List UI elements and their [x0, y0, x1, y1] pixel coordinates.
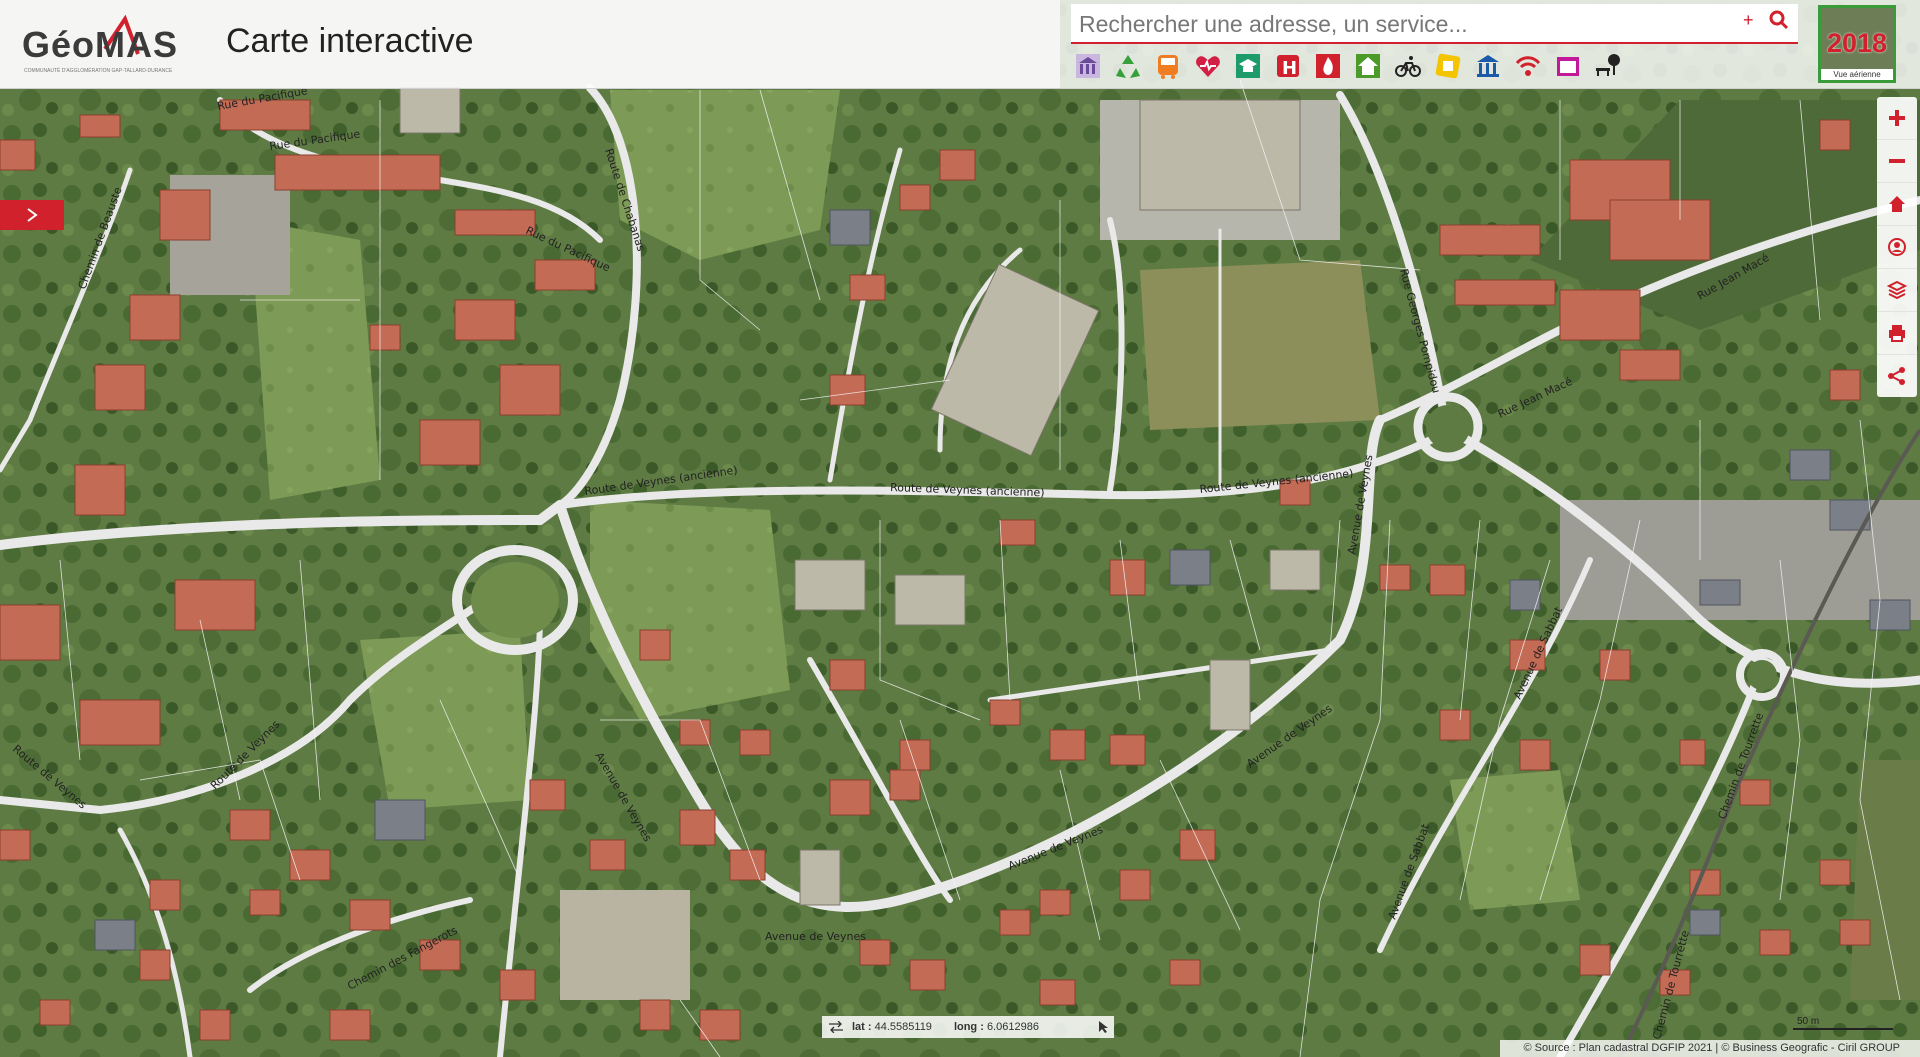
swap-arrows-icon[interactable] [828, 1021, 844, 1033]
long-value: 6.0612986 [986, 1021, 1039, 1033]
advanced-search-button[interactable]: + [1743, 10, 1754, 31]
home-icon [1889, 196, 1905, 212]
bus-icon[interactable] [1151, 50, 1185, 82]
search-bar: + [1071, 4, 1798, 44]
attribution: © Source : Plan cadastral DGFIP 2021 | ©… [1500, 1040, 1920, 1057]
search-icon[interactable] [1769, 10, 1793, 34]
zoom-out-button[interactable] [1877, 140, 1917, 183]
cinema-icon[interactable] [1551, 50, 1585, 82]
administration-icon[interactable] [1071, 50, 1105, 82]
coordinates-bar: lat : 44.5585119 long : 6.0612986 [822, 1016, 1114, 1038]
print-button[interactable] [1877, 312, 1917, 355]
logo-text: GéoMAS [22, 24, 179, 65]
aerial-view-toggle[interactable]: 2018 Vue aérienne [1818, 5, 1896, 83]
field [1140, 260, 1380, 430]
lat-label: lat : [852, 1021, 872, 1033]
park-bench-icon[interactable] [1591, 50, 1625, 82]
printer-icon [1889, 325, 1905, 342]
share-button[interactable] [1877, 355, 1917, 397]
roundabout [452, 545, 578, 655]
layers-icon [1887, 280, 1907, 300]
aerial-year: 2018 [1826, 28, 1888, 58]
hospital-icon[interactable]: H [1271, 50, 1305, 82]
lat-value: 44.5585119 [874, 1021, 932, 1033]
logo-tagline: COMMUNAUTÉ D'AGGLOMÉRATION GAP-TALLARD-D… [24, 68, 173, 74]
street-label: Avenue de Veynes [765, 930, 866, 943]
layers-button[interactable] [1877, 269, 1917, 312]
housing-icon[interactable] [1351, 50, 1385, 82]
category-toolbar: H [1071, 50, 1791, 84]
wifi-icon[interactable] [1511, 50, 1545, 82]
aerial-label: Vue aérienne [1821, 69, 1893, 80]
bicycle-icon[interactable] [1391, 50, 1425, 82]
education-icon[interactable] [1231, 50, 1265, 82]
chevron-right-icon [27, 208, 38, 222]
culture-icon[interactable] [1431, 50, 1465, 82]
header-bar: GéoMAS COMMUNAUTÉ D'AGGLOMÉRATION GAP-TA… [0, 0, 1920, 89]
page-title: Carte interactive [226, 22, 474, 60]
zoom-in-button[interactable] [1877, 97, 1917, 140]
fire-icon[interactable] [1311, 50, 1345, 82]
side-panel-toggle[interactable] [0, 200, 64, 230]
roundabout [1413, 392, 1483, 462]
search-input[interactable] [1077, 8, 1741, 40]
health-icon[interactable] [1191, 50, 1225, 82]
museum-icon[interactable] [1471, 50, 1505, 82]
field [590, 500, 790, 720]
scale-bar: 50 m [1793, 1016, 1893, 1030]
field [360, 630, 530, 810]
locate-button[interactable] [1877, 226, 1917, 269]
share-icon [1888, 367, 1905, 385]
scale-label: 50 m [1797, 1016, 1820, 1027]
map-canvas[interactable]: Rue du Pacifique Rue du Pacifique Rue du… [0, 0, 1920, 1057]
map-toolbar [1877, 97, 1917, 397]
svg-text:H: H [1282, 58, 1297, 79]
construction-site [560, 890, 690, 1000]
location-pin-icon [1888, 238, 1906, 256]
field [1450, 770, 1580, 910]
minus-icon [1889, 159, 1905, 163]
recycling-icon[interactable] [1111, 50, 1145, 82]
plus-icon [1889, 110, 1905, 126]
home-button[interactable] [1877, 183, 1917, 226]
long-label: long : [953, 1021, 984, 1033]
cursor-icon [1099, 1021, 1108, 1033]
aerial-map[interactable]: Rue du Pacifique Rue du Pacifique Rue du… [0, 0, 1920, 1057]
